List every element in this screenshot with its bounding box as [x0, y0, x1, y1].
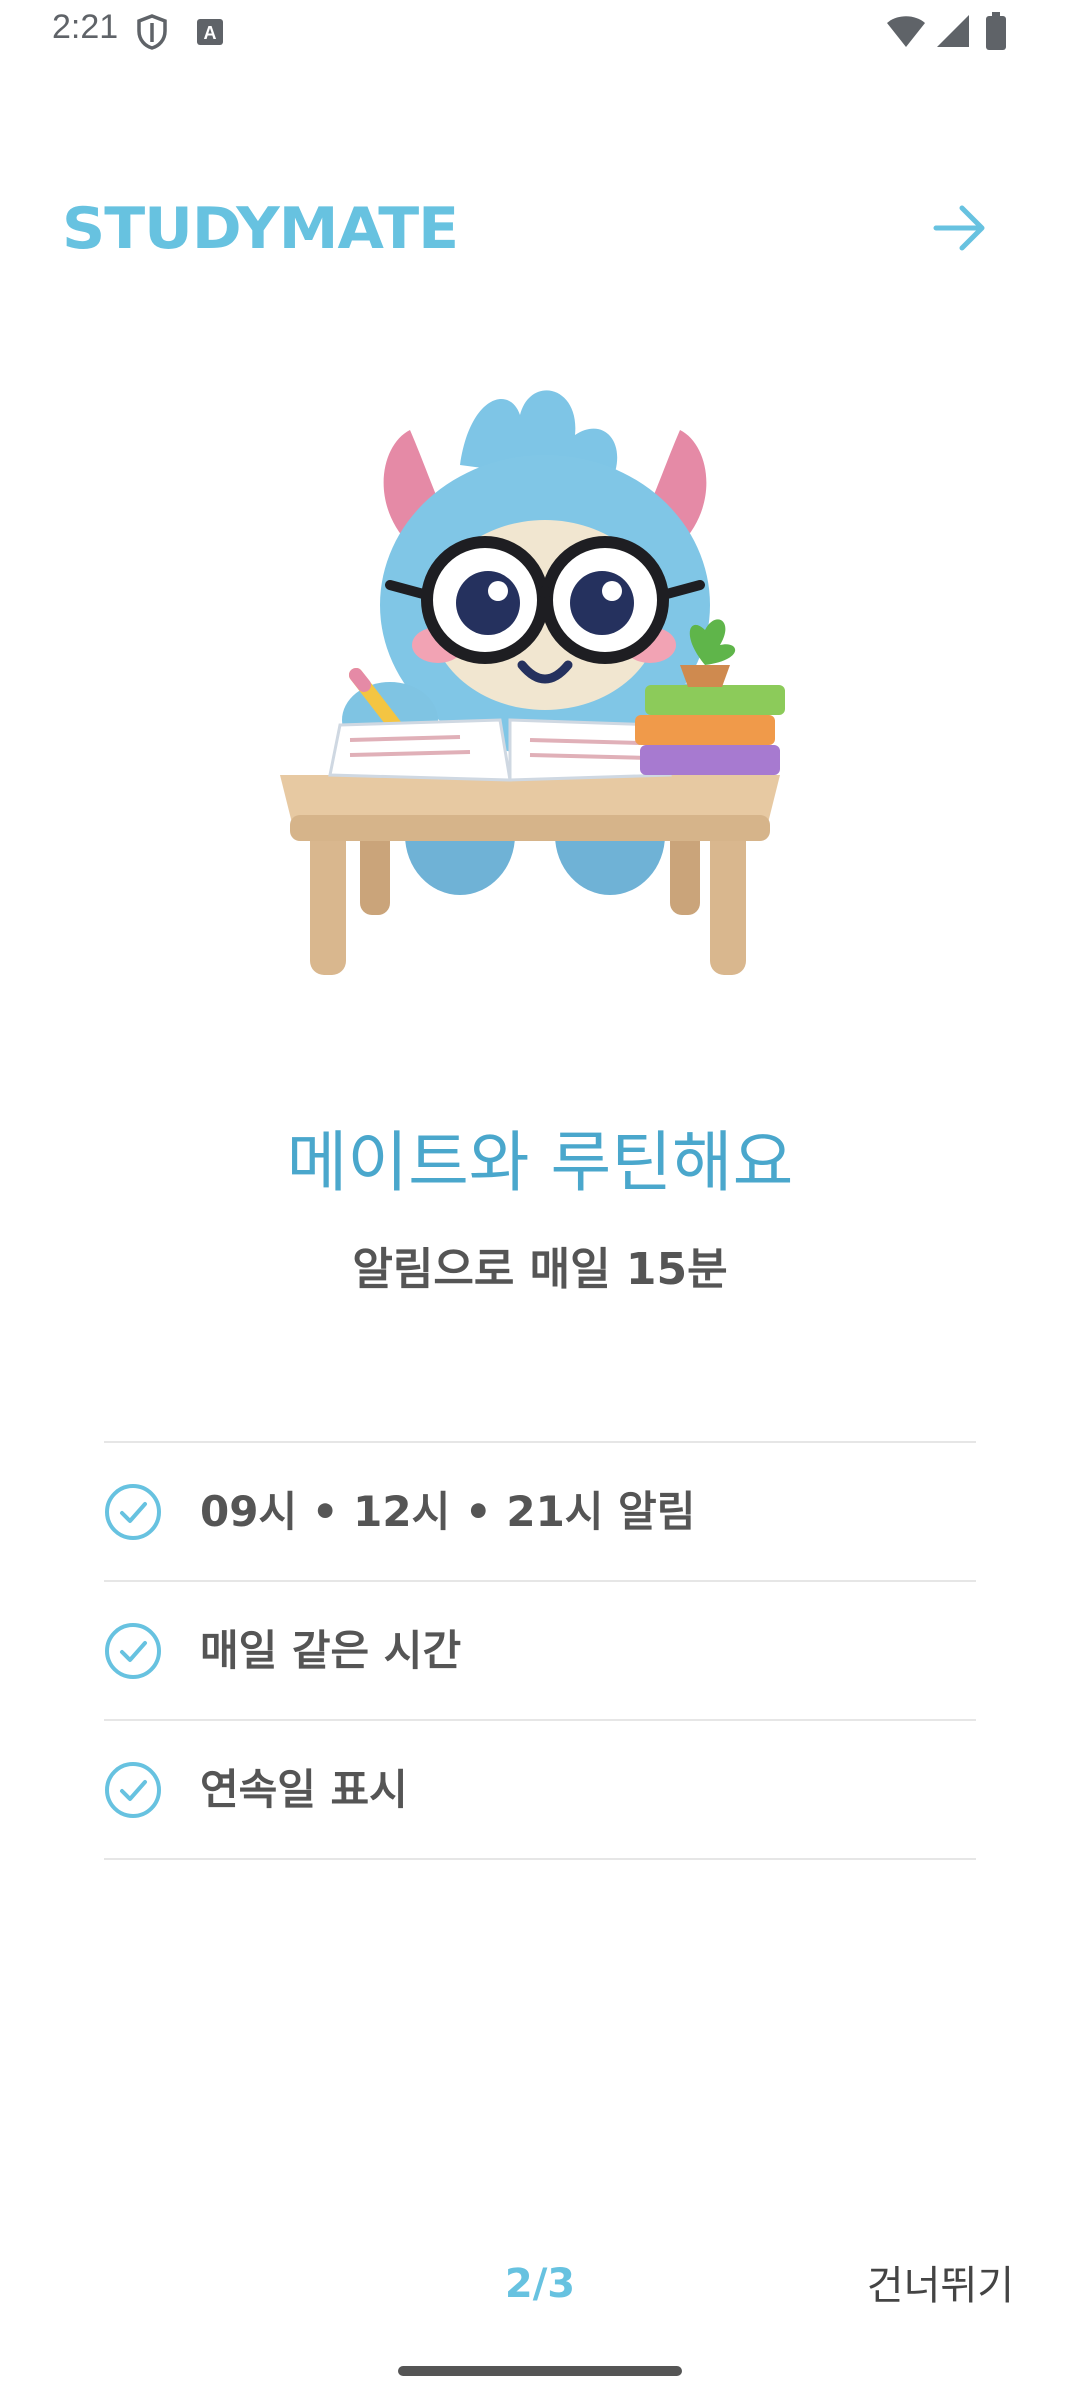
check-circle-icon — [104, 1483, 162, 1541]
check-circle-icon — [104, 1761, 162, 1819]
home-indicator[interactable] — [398, 2366, 682, 2376]
check-circle-icon — [104, 1622, 162, 1680]
page-title: 메이트와 루틴해요 — [286, 1124, 794, 1201]
feature-list: 09시 • 12시 • 21시 알림 매일 같은 시간 연속일 표시 — [104, 1441, 976, 1860]
feature-item: 연속일 표시 — [104, 1721, 976, 1860]
wifi-icon — [886, 14, 926, 52]
feature-label: 연속일 표시 — [200, 1765, 408, 1814]
feature-item: 매일 같은 시간 — [104, 1582, 976, 1721]
feature-item: 09시 • 12시 • 21시 알림 — [104, 1443, 976, 1582]
feature-label: 매일 같은 시간 — [200, 1626, 462, 1675]
signal-icon — [936, 14, 970, 52]
status-time: 2:21 — [52, 8, 119, 46]
keyboard-a-icon: A — [196, 18, 224, 50]
mascot-illustration — [260, 375, 820, 1005]
shield-icon — [136, 14, 168, 54]
battery-icon — [986, 12, 1006, 54]
status-bar: 2:21 A — [0, 0, 1080, 64]
next-button[interactable] — [928, 196, 992, 260]
svg-text:A: A — [204, 23, 217, 43]
skip-button[interactable]: 건너뛰기 — [863, 2256, 1018, 2316]
feature-label: 09시 • 12시 • 21시 알림 — [200, 1487, 696, 1536]
arrow-right-icon — [933, 205, 985, 251]
page-subtitle: 알림으로 매일 15분 — [352, 1244, 728, 1295]
app-logo: STUDYMATE — [62, 195, 459, 263]
